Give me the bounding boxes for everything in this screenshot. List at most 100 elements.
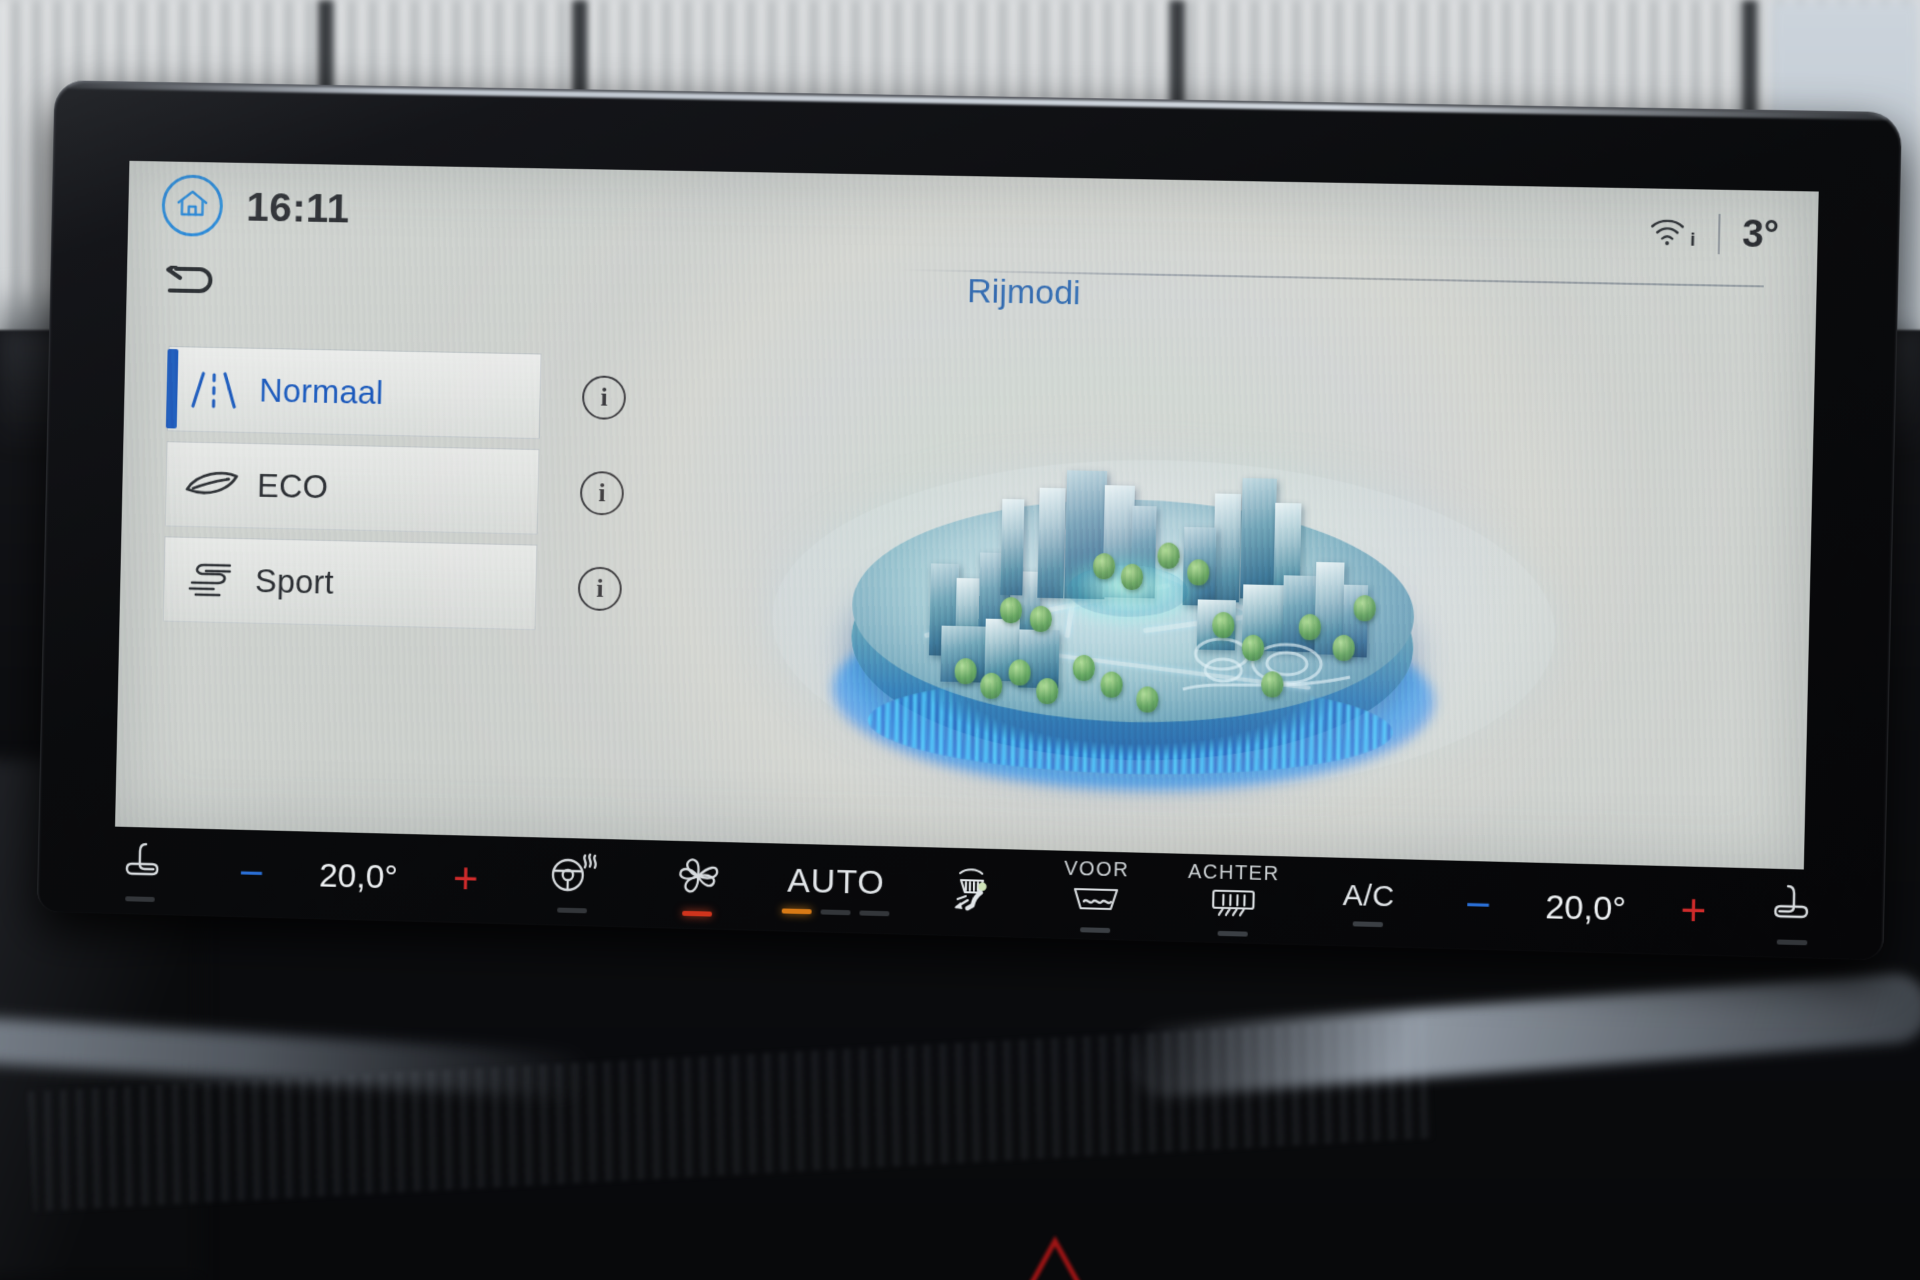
city-tree bbox=[980, 672, 1003, 700]
drive-mode-list: Normaal i ECO i Sport i bbox=[162, 345, 782, 646]
city-tree bbox=[999, 596, 1023, 624]
temp-down-left-button[interactable]: − bbox=[204, 848, 299, 898]
auto-indicator-1 bbox=[781, 908, 812, 915]
drive-mode-label: ECO bbox=[256, 466, 329, 506]
infotainment-screen-unit: 16:11 i 3° Rijmodi Normaal i ECO i Sport… bbox=[36, 80, 1903, 961]
auto-button[interactable]: AUTO bbox=[762, 861, 910, 917]
rear-defrost-label: ACHTER bbox=[1187, 860, 1280, 886]
rear-window-defrost-icon bbox=[1208, 887, 1259, 923]
ac-indicator bbox=[1352, 920, 1384, 927]
plus-icon: + bbox=[452, 854, 479, 904]
steering-wheel-heater-button[interactable] bbox=[512, 850, 634, 915]
temperature-right-text: 20,0° bbox=[1544, 887, 1627, 928]
temp-up-left-button[interactable]: + bbox=[418, 854, 513, 904]
city-tree bbox=[1241, 634, 1265, 662]
clock: 16:11 bbox=[245, 183, 350, 231]
city-tree bbox=[1187, 559, 1210, 586]
steering-wheel-heater-icon bbox=[549, 851, 598, 901]
city-tree bbox=[954, 657, 977, 685]
ac-label: A/C bbox=[1342, 878, 1396, 913]
city-tree bbox=[1072, 654, 1096, 682]
rear-defrost-button[interactable]: ACHTER bbox=[1160, 860, 1306, 938]
drive-mode-label: Sport bbox=[254, 562, 335, 601]
city-tree bbox=[1157, 542, 1180, 569]
city-building bbox=[1037, 487, 1066, 599]
drive-mode-option-normaal[interactable]: Normaal bbox=[165, 345, 542, 440]
windshield-defrost-icon bbox=[1070, 884, 1121, 920]
info-button-eco[interactable]: i bbox=[579, 470, 625, 516]
drive-mode-row-normaal: Normaal i bbox=[165, 345, 782, 444]
front-defrost-button[interactable]: VOOR bbox=[1030, 857, 1162, 934]
back-arrow-icon bbox=[164, 265, 222, 311]
info-icon: i bbox=[595, 573, 604, 603]
city-tree bbox=[1260, 671, 1284, 698]
temp-up-right-button[interactable]: + bbox=[1647, 885, 1740, 936]
seat-heater-right-button[interactable] bbox=[1739, 881, 1846, 946]
temp-down-right-button[interactable]: − bbox=[1432, 880, 1525, 930]
city-tree bbox=[1120, 563, 1144, 591]
minus-icon: − bbox=[238, 848, 265, 898]
drive-mode-label: Normaal bbox=[258, 371, 384, 411]
city-tree bbox=[1353, 594, 1377, 622]
plus-icon: + bbox=[1679, 885, 1707, 936]
city-tree bbox=[1100, 671, 1123, 698]
outside-temperature: 3° bbox=[1741, 212, 1780, 256]
minus-icon: − bbox=[1464, 880, 1492, 930]
wifi-icon bbox=[1649, 215, 1688, 251]
auto-label: AUTO bbox=[786, 861, 886, 903]
fan-button[interactable] bbox=[632, 853, 763, 918]
seat-heater-left-button[interactable] bbox=[76, 839, 205, 904]
auto-indicator-2 bbox=[820, 909, 851, 916]
status-right-group: i 3° bbox=[1649, 211, 1780, 257]
city-tree bbox=[1092, 552, 1116, 580]
info-icon: i bbox=[598, 478, 606, 508]
sport-s-icon bbox=[164, 558, 255, 602]
city-tree bbox=[1298, 613, 1322, 641]
drive-mode-row-eco: ECO i bbox=[164, 441, 780, 540]
steering-wheel-heater-indicator bbox=[557, 907, 588, 914]
auto-indicator-group bbox=[781, 908, 890, 917]
city-building bbox=[1000, 498, 1025, 596]
ac-button[interactable]: A/C bbox=[1305, 877, 1433, 927]
temperature-left-text: 20,0° bbox=[318, 856, 399, 896]
lcd-display: 16:11 i 3° Rijmodi Normaal i ECO i Sport… bbox=[115, 160, 1819, 870]
wifi-status: i bbox=[1649, 215, 1696, 251]
seat-heater-right-icon bbox=[1771, 882, 1815, 933]
temperature-right-value: 20,0° bbox=[1524, 887, 1648, 929]
rear-defrost-indicator bbox=[1217, 930, 1248, 937]
city-building bbox=[1240, 478, 1277, 600]
seat-heater-left-icon bbox=[120, 840, 162, 890]
city-tree bbox=[1332, 634, 1356, 662]
front-defrost-indicator bbox=[1080, 927, 1111, 934]
city-tree bbox=[1136, 686, 1159, 713]
seat-heater-right-indicator bbox=[1776, 939, 1808, 946]
fan-indicator bbox=[682, 910, 713, 917]
info-icon: i bbox=[600, 382, 608, 412]
city-tree bbox=[1008, 659, 1031, 686]
wifi-info-badge: i bbox=[1689, 229, 1696, 251]
road-lanes-icon bbox=[168, 368, 259, 412]
city-tree bbox=[1029, 605, 1053, 633]
city-tree bbox=[1211, 611, 1235, 639]
info-button-normaal[interactable]: i bbox=[581, 375, 627, 420]
front-defrost-label: VOOR bbox=[1063, 857, 1130, 882]
seat-heater-left-indicator bbox=[125, 896, 155, 902]
air-distribution-button[interactable] bbox=[909, 862, 1032, 922]
drive-mode-option-eco[interactable]: ECO bbox=[164, 441, 540, 535]
temperature-left-value: 20,0° bbox=[298, 856, 419, 898]
home-button[interactable] bbox=[161, 174, 224, 237]
city-building bbox=[1212, 493, 1242, 603]
back-button[interactable] bbox=[163, 263, 229, 314]
leaf-icon bbox=[166, 467, 257, 503]
status-divider bbox=[1717, 213, 1721, 255]
selection-indicator bbox=[165, 348, 179, 429]
info-button-sport[interactable]: i bbox=[577, 566, 623, 612]
auto-indicator-3 bbox=[859, 910, 890, 917]
city-tree bbox=[1035, 677, 1059, 705]
drive-mode-option-sport[interactable]: Sport bbox=[162, 536, 538, 631]
city-model-3d-illustration bbox=[737, 302, 1592, 862]
drive-mode-row-sport: Sport i bbox=[162, 536, 778, 635]
air-distribution-icon bbox=[944, 863, 997, 921]
hazard-light-glow bbox=[1010, 1225, 1100, 1280]
fan-icon bbox=[674, 854, 721, 904]
